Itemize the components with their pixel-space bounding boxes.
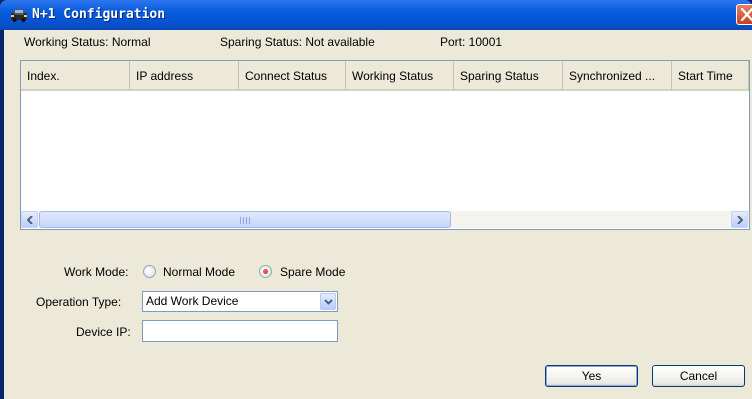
window-title: N+1 Configuration — [32, 7, 166, 22]
column-header-start-time[interactable]: Start Time — [672, 61, 749, 91]
cancel-button[interactable]: Cancel — [652, 365, 745, 387]
spare-mode-label[interactable]: Spare Mode — [280, 265, 345, 279]
scroll-left-button[interactable] — [21, 211, 38, 228]
scroll-right-button[interactable] — [731, 211, 748, 228]
dropdown-button[interactable] — [320, 293, 336, 310]
arrow-right-icon — [737, 216, 743, 224]
device-ip-label: Device IP: — [76, 325, 131, 339]
column-header-index[interactable]: Index. — [21, 61, 130, 91]
operation-type-select[interactable]: Add Work Device — [142, 291, 338, 312]
work-mode-label: Work Mode: — [64, 265, 129, 279]
column-header-connect-status[interactable]: Connect Status — [239, 61, 346, 91]
operation-type-value: Add Work Device — [146, 294, 239, 308]
yes-button[interactable]: Yes — [545, 365, 638, 387]
normal-mode-label[interactable]: Normal Mode — [163, 265, 235, 279]
column-header-working-status[interactable]: Working Status — [346, 61, 454, 91]
spare-mode-radio[interactable] — [259, 265, 272, 278]
column-header-ip-address[interactable]: IP address — [130, 61, 239, 91]
column-header-synchronized[interactable]: Synchronized ... — [563, 61, 672, 91]
column-header-sparing-status[interactable]: Sparing Status — [454, 61, 563, 91]
table-header: Index. IP address Connect Status Working… — [21, 61, 749, 91]
port-text: Port: 10001 — [440, 35, 503, 49]
device-ip-input[interactable] — [142, 320, 338, 342]
operation-type-label: Operation Type: — [36, 295, 122, 309]
working-status-text: Working Status: Normal — [24, 35, 151, 49]
arrow-left-icon — [27, 216, 33, 224]
n1-configuration-window: N+1 Configuration Working Status: Normal… — [0, 0, 752, 399]
horizontal-scrollbar[interactable] — [21, 211, 749, 228]
chevron-down-icon — [324, 299, 333, 305]
close-button[interactable] — [736, 4, 752, 25]
scrollbar-thumb[interactable] — [39, 211, 451, 228]
close-icon — [740, 8, 752, 21]
car-icon — [10, 7, 28, 23]
normal-mode-radio[interactable] — [143, 265, 156, 278]
grip-icon — [240, 217, 250, 224]
device-table: Index. IP address Connect Status Working… — [20, 60, 750, 230]
sparing-status-text: Sparing Status: Not available — [220, 35, 375, 49]
title-bar[interactable]: N+1 Configuration — [0, 0, 752, 30]
